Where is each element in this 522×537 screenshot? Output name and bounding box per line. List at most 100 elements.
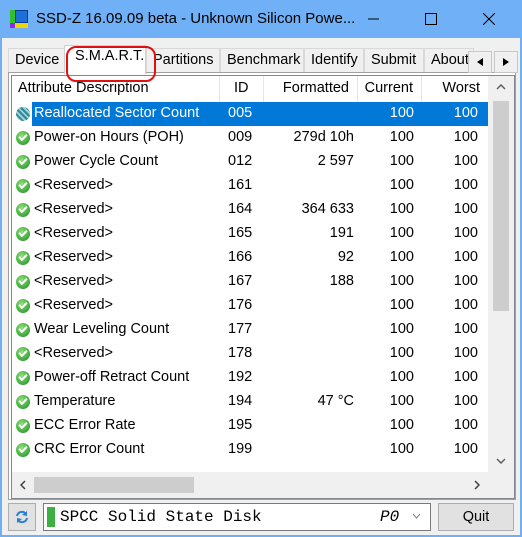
column-header-worst[interactable]: Worst [422, 76, 488, 102]
attribute-formatted [264, 366, 358, 390]
attribute-worst: 100 [453, 441, 478, 457]
drive-port: P0 [380, 508, 400, 526]
attribute-description: Power Cycle Count [34, 153, 159, 169]
tab-about[interactable]: About [424, 48, 474, 72]
tab-partitions[interactable]: Partitions [146, 48, 220, 72]
table-row[interactable]: Power Cycle Count 012 2 597 100 100 [12, 150, 488, 174]
table-row[interactable]: <Reserved> 165 191 100 100 [12, 222, 488, 246]
column-header-id[interactable]: ID [220, 76, 264, 102]
tab-scroll-left-button[interactable] [468, 51, 492, 73]
attribute-formatted: 364 633 [301, 201, 354, 217]
scroll-right-button[interactable] [466, 472, 488, 498]
attribute-description: <Reserved> [34, 225, 113, 241]
table-row[interactable]: Power-off Retract Count 192 100 100 [12, 366, 488, 390]
table-row[interactable]: <Reserved> 167 188 100 100 [12, 270, 488, 294]
list-header: Attribute Description ID Formatted Curre… [12, 76, 488, 102]
table-row[interactable]: ECC Error Rate 195 100 100 [12, 414, 488, 438]
attribute-id: 164 [228, 201, 253, 217]
scroll-up-button[interactable] [488, 76, 514, 98]
status-ok-icon [16, 299, 30, 313]
attribute-worst: 100 [453, 321, 478, 337]
attribute-current: 100 [389, 177, 414, 193]
tab-submit[interactable]: Submit [364, 48, 424, 72]
chevron-down-icon [496, 458, 506, 464]
attribute-current: 100 [389, 105, 414, 121]
attribute-worst: 100 [453, 225, 478, 241]
attribute-worst: 100 [453, 417, 478, 433]
attribute-formatted [264, 342, 358, 366]
quit-button[interactable]: Quit [438, 503, 514, 531]
attribute-worst: 100 [453, 369, 478, 385]
attribute-id: 177 [228, 321, 253, 337]
attribute-description: ECC Error Rate [34, 417, 136, 433]
tab-device[interactable]: Device [8, 48, 66, 72]
attribute-formatted [264, 414, 358, 438]
triangle-right-icon [503, 58, 509, 66]
table-row[interactable]: <Reserved> 164 364 633 100 100 [12, 198, 488, 222]
minimize-button[interactable] [351, 0, 397, 38]
smart-attribute-list[interactable]: Attribute Description ID Formatted Curre… [11, 75, 515, 499]
column-header-description[interactable]: Attribute Description [12, 76, 220, 102]
attribute-worst: 100 [453, 345, 478, 361]
table-row[interactable]: CRC Error Count 199 100 100 [12, 438, 488, 462]
table-row[interactable]: Temperature 194 47 °C 100 100 [12, 390, 488, 414]
attribute-description: CRC Error Count [34, 441, 145, 457]
tab-smart[interactable]: S.M.A.R.T. [64, 45, 146, 74]
attribute-id: 194 [228, 393, 253, 409]
window-title: SSD-Z 16.09.09 beta - Unknown Silicon Po… [36, 10, 356, 27]
attribute-id: 167 [228, 273, 253, 289]
status-ok-icon [16, 395, 30, 409]
title-bar[interactable]: SSD-Z 16.09.09 beta - Unknown Silicon Po… [0, 0, 522, 38]
attribute-current: 100 [389, 321, 414, 337]
drive-name: SPCC Solid State Disk [60, 508, 262, 526]
column-header-formatted[interactable]: Formatted [264, 76, 358, 102]
status-ok-icon [16, 371, 30, 385]
column-header-current[interactable]: Current [358, 76, 422, 102]
table-row[interactable]: Reallocated Sector Count 005 100 100 [12, 102, 488, 126]
dropdown-chevron-icon [412, 510, 421, 522]
scroll-down-button[interactable] [488, 450, 514, 472]
attribute-description: <Reserved> [34, 249, 113, 265]
attribute-description: <Reserved> [34, 273, 113, 289]
status-ok-icon [16, 323, 30, 337]
attribute-id: 161 [228, 177, 253, 193]
status-ok-icon [16, 275, 30, 289]
vertical-scroll-thumb[interactable] [493, 101, 509, 311]
horizontal-scrollbar[interactable] [12, 472, 488, 498]
tab-benchmark[interactable]: Benchmark [220, 48, 304, 72]
attribute-worst: 100 [453, 105, 478, 121]
vertical-scrollbar[interactable] [488, 76, 514, 472]
attribute-id: 176 [228, 297, 253, 313]
drive-select[interactable]: SPCC Solid State Disk P0 [43, 503, 431, 531]
scroll-left-button[interactable] [12, 472, 34, 498]
table-row[interactable]: <Reserved> 166 92 100 100 [12, 246, 488, 270]
horizontal-scroll-thumb[interactable] [34, 477, 194, 493]
attribute-id: 195 [228, 417, 253, 433]
attribute-formatted: 279d 10h [293, 129, 354, 145]
table-row[interactable]: Power-on Hours (POH) 009 279d 10h 100 100 [12, 126, 488, 150]
table-row[interactable]: <Reserved> 178 100 100 [12, 342, 488, 366]
refresh-icon [16, 510, 28, 524]
attribute-current: 100 [389, 441, 414, 457]
table-row[interactable]: <Reserved> 161 100 100 [12, 174, 488, 198]
minimize-icon [368, 18, 379, 20]
tab-identify[interactable]: Identify [304, 48, 364, 72]
attribute-current: 100 [389, 369, 414, 385]
status-ok-icon [16, 347, 30, 361]
table-row[interactable]: Wear Leveling Count 177 100 100 [12, 318, 488, 342]
status-ok-icon [16, 443, 30, 457]
close-button[interactable] [466, 0, 512, 38]
tab-scroll-right-button[interactable] [494, 51, 518, 73]
attribute-description: <Reserved> [34, 345, 113, 361]
table-row[interactable]: <Reserved> 176 100 100 [12, 294, 488, 318]
attribute-id: 178 [228, 345, 253, 361]
maximize-button[interactable] [408, 0, 454, 38]
refresh-button[interactable] [8, 503, 36, 531]
attribute-formatted [264, 318, 358, 342]
attribute-formatted: 2 597 [317, 153, 354, 169]
chevron-left-icon [20, 480, 26, 490]
attribute-formatted [264, 102, 358, 126]
attribute-worst: 100 [453, 201, 478, 217]
status-ok-icon [16, 131, 30, 145]
attribute-id: 005 [228, 105, 253, 121]
